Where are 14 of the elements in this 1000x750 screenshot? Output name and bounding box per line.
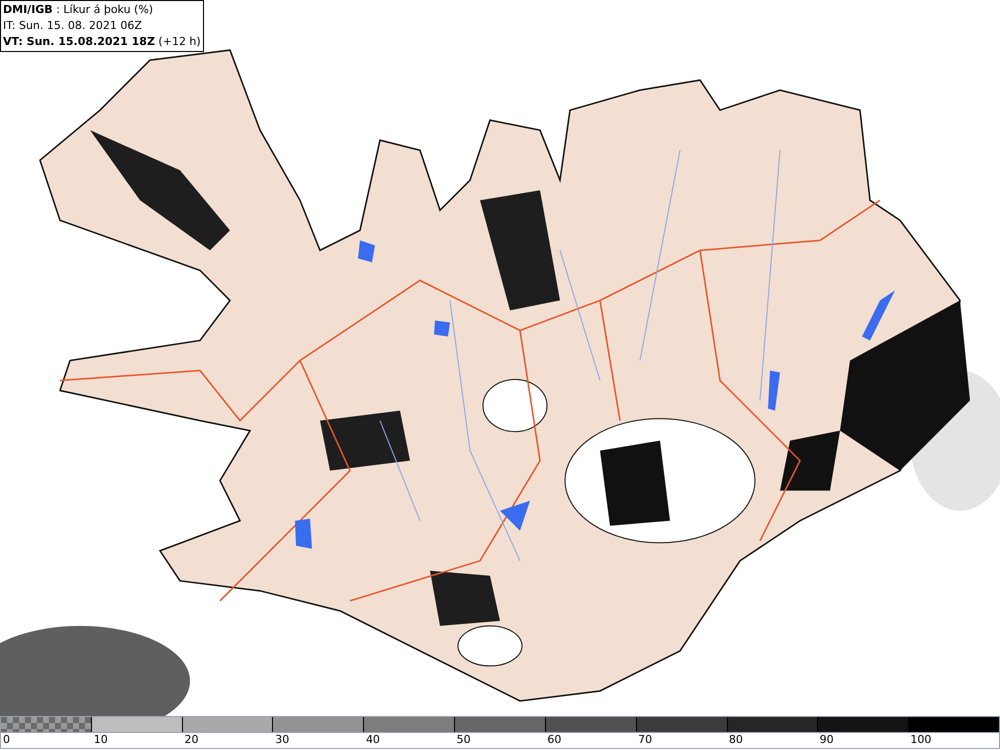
legend-label: 70 (637, 733, 652, 747)
info-text: DMI/IGB : Líkur á þoku (%) (3, 2, 154, 18)
legend-label: 40 (364, 733, 380, 747)
legend-label: 50 (456, 733, 471, 747)
info-text: IT: Sun. 15. 08. 2021 06Z (3, 18, 143, 34)
legend-label: 0 (2, 733, 10, 747)
legend-label: 60 (546, 733, 562, 747)
legend-label: 80 (728, 733, 743, 747)
legend-label: 90 (818, 733, 834, 747)
legend-label: 100 (909, 733, 932, 747)
legend-label: 20 (183, 733, 198, 747)
legend-label: 10 (92, 733, 108, 747)
legend-label: 30 (274, 733, 290, 747)
info-text: VT: Sun. 15.08.2021 18Z (+12 h) (3, 34, 201, 50)
